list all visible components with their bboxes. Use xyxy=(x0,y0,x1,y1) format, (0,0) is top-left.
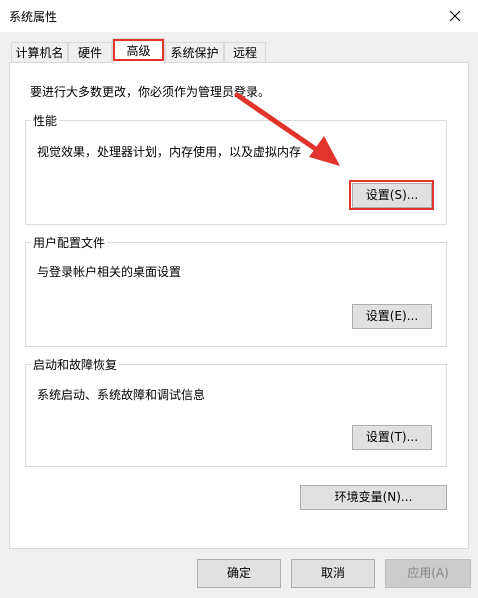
cancel-button[interactable]: 取消 xyxy=(291,559,375,588)
performance-settings-button[interactable]: 设置(S)... xyxy=(352,183,432,208)
user-profiles-title: 用户配置文件 xyxy=(31,234,108,251)
startup-recovery-settings-button[interactable]: 设置(T)... xyxy=(352,425,432,450)
user-profiles-description: 与登录帐户相关的桌面设置 xyxy=(37,265,182,279)
performance-title: 性能 xyxy=(31,112,60,129)
close-button[interactable] xyxy=(432,0,478,32)
tab-advanced[interactable]: 高级 xyxy=(112,38,165,64)
title-bar: 系统属性 xyxy=(0,0,478,32)
performance-group: 性能 视觉效果，处理器计划，内存使用，以及虚拟内存 xyxy=(25,112,447,225)
startup-recovery-title: 启动和故障恢复 xyxy=(31,356,120,373)
tab-hardware[interactable]: 硬件 xyxy=(68,42,112,62)
window-title: 系统属性 xyxy=(9,10,58,24)
close-icon xyxy=(449,10,461,22)
admin-note: 要进行大多数更改，你必须作为管理员登录。 xyxy=(30,85,271,99)
ok-button[interactable]: 确定 xyxy=(197,559,281,588)
performance-description: 视觉效果，处理器计划，内存使用，以及虚拟内存 xyxy=(37,145,302,159)
apply-button[interactable]: 应用(A) xyxy=(385,559,471,588)
tab-remote[interactable]: 远程 xyxy=(224,42,266,62)
tab-system-protection[interactable]: 系统保护 xyxy=(165,42,224,62)
tab-computer-name[interactable]: 计算机名 xyxy=(11,42,68,62)
startup-recovery-description: 系统启动、系统故障和调试信息 xyxy=(37,388,206,402)
user-profiles-settings-button[interactable]: 设置(E)... xyxy=(352,304,432,329)
user-profiles-group: 用户配置文件 与登录帐户相关的桌面设置 xyxy=(25,234,447,347)
startup-recovery-group: 启动和故障恢复 系统启动、系统故障和调试信息 xyxy=(25,356,447,467)
environment-variables-button[interactable]: 环境变量(N)... xyxy=(300,485,447,510)
